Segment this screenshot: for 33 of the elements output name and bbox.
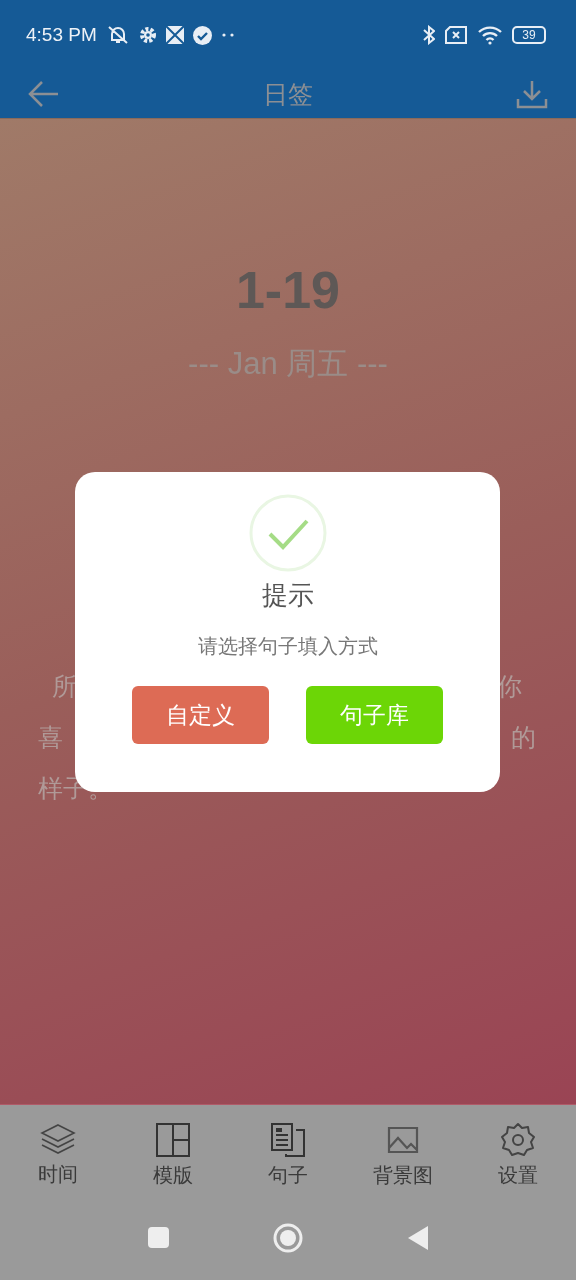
document-icon[interactable] bbox=[269, 1121, 306, 1158]
gear-icon bbox=[138, 26, 157, 44]
quote-text: 喜 bbox=[38, 722, 63, 754]
back-arrow-icon[interactable] bbox=[28, 80, 60, 108]
battery-indicator: 39 bbox=[512, 26, 546, 44]
check-circle-icon bbox=[192, 25, 212, 45]
layout-icon[interactable] bbox=[154, 1121, 191, 1158]
settings-icon[interactable] bbox=[500, 1121, 537, 1158]
sim-icon bbox=[444, 26, 468, 44]
download-icon[interactable] bbox=[516, 79, 548, 109]
nav-label[interactable]: 句子 bbox=[267, 1161, 308, 1189]
nav-label[interactable]: 时间 bbox=[37, 1160, 78, 1188]
nav-label[interactable]: 背景图 bbox=[373, 1161, 434, 1189]
app-bar-title: 日签 bbox=[263, 78, 313, 111]
home-button[interactable] bbox=[272, 1222, 303, 1253]
check-icon bbox=[248, 494, 327, 572]
image-icon[interactable] bbox=[387, 1125, 420, 1154]
wifi-icon bbox=[477, 25, 503, 45]
quote-text: 你 bbox=[497, 671, 522, 703]
recents-button[interactable] bbox=[147, 1227, 169, 1248]
dialog-title: 提示 bbox=[261, 579, 314, 612]
dialog-message: 请选择句子填入方式 bbox=[197, 633, 378, 660]
nav-label[interactable]: 模版 bbox=[152, 1161, 193, 1189]
more-dots-icon bbox=[220, 32, 235, 38]
quote-text: 的 bbox=[511, 722, 536, 754]
date-text: 1-19 bbox=[235, 260, 341, 321]
quote-text: 所 bbox=[52, 671, 77, 703]
custom-button[interactable]: 自定义 bbox=[132, 686, 269, 744]
back-button[interactable] bbox=[406, 1224, 429, 1251]
bluetooth-icon bbox=[423, 25, 435, 45]
nav-label[interactable]: 设置 bbox=[498, 1161, 539, 1189]
layers-icon[interactable] bbox=[39, 1122, 76, 1157]
status-time: 4:53 PM bbox=[26, 24, 97, 46]
